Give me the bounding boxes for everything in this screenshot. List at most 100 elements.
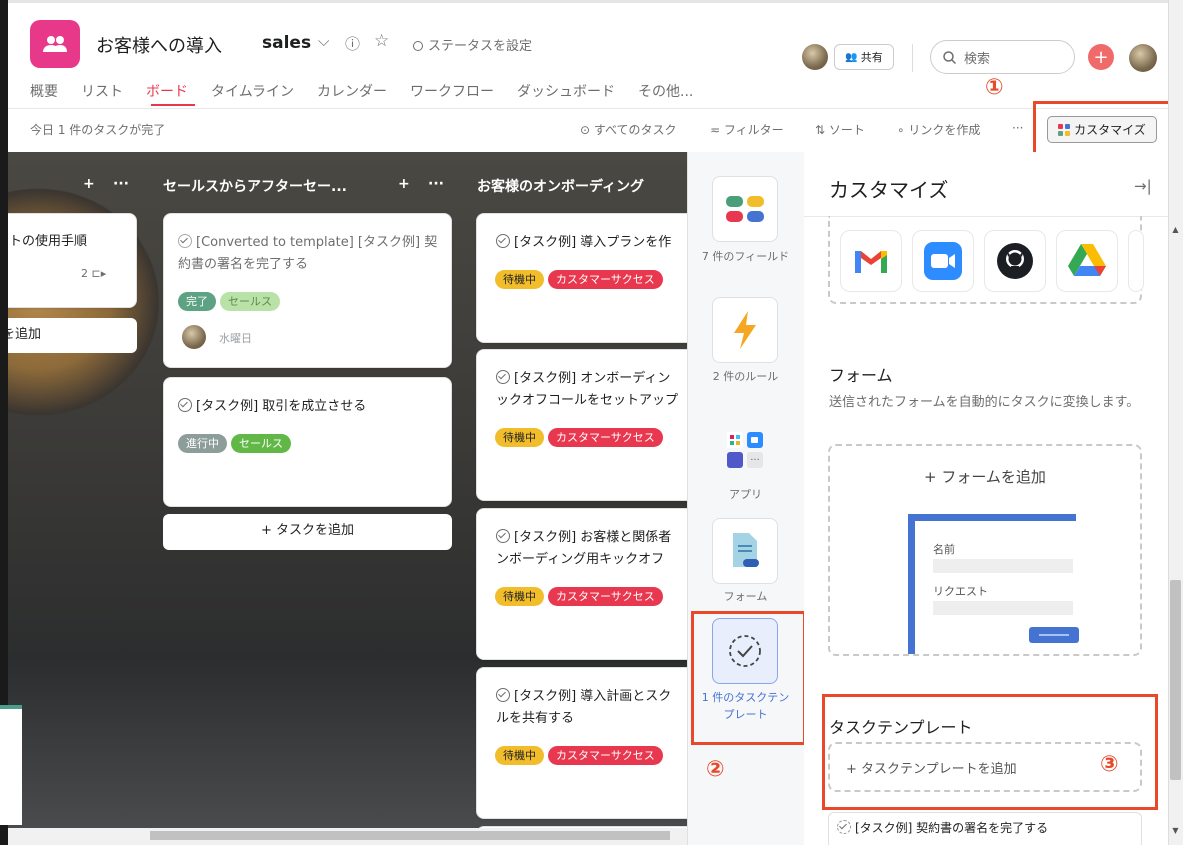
due-date: 水曜日 bbox=[219, 332, 252, 345]
task-card[interactable]: トの使用手順 2 ⊏▸ bbox=[8, 213, 137, 308]
people-icon bbox=[43, 36, 67, 52]
task-text: [Converted to template] [タスク例] 契約書の署名を完了… bbox=[178, 235, 438, 272]
sort-label: ソート bbox=[828, 123, 865, 137]
rail-forms-button[interactable] bbox=[712, 518, 778, 584]
filter-icon: ≂ bbox=[710, 123, 724, 137]
column-add-icon[interactable]: + bbox=[83, 176, 95, 192]
project-tabs: 概要 リスト ボード タイムライン カレンダー ワークフロー ダッシュボード その他... bbox=[30, 81, 693, 101]
template-item-label: [タスク例] 契約書の署名を完了する bbox=[855, 821, 1049, 835]
tab-4[interactable]: カレンダー bbox=[317, 81, 387, 101]
tab-1[interactable]: リスト bbox=[81, 81, 123, 101]
tag-done: 完了 bbox=[178, 292, 216, 311]
column-more-icon[interactable]: ··· bbox=[428, 176, 444, 192]
google-drive-icon[interactable] bbox=[1056, 230, 1118, 292]
horizontal-scroll-thumb[interactable] bbox=[150, 831, 670, 840]
scroll-up-arrow-icon[interactable]: ▲ bbox=[1170, 225, 1181, 234]
member-avatar[interactable] bbox=[802, 44, 828, 70]
task-card[interactable]: [タスク例] 取引を成立させる 進行中 セールス bbox=[163, 377, 452, 507]
task-title: トの使用手順 bbox=[9, 234, 88, 249]
svg-text:···: ··· bbox=[750, 455, 760, 466]
tab-3[interactable]: タイムライン bbox=[211, 81, 294, 101]
all-tasks-button[interactable]: ⊙ すべてのタスク bbox=[580, 121, 677, 138]
complete-check-icon[interactable] bbox=[496, 688, 510, 702]
chevron-down-icon[interactable]: ⌵ bbox=[318, 32, 329, 50]
task-template-item[interactable]: [タスク例] 契約書の署名を完了する bbox=[828, 812, 1142, 845]
complete-check-icon[interactable] bbox=[496, 234, 510, 248]
filter-button[interactable]: ≂ フィルター bbox=[710, 121, 784, 138]
project-title[interactable]: お客様への導入 bbox=[96, 32, 222, 58]
active-tab-indicator bbox=[151, 104, 195, 106]
column-title[interactable]: お客様のオンボーディング bbox=[477, 176, 644, 196]
complete-check-icon[interactable] bbox=[178, 234, 192, 248]
zoom-icon[interactable] bbox=[912, 230, 974, 292]
more-options-icon[interactable]: ··· bbox=[1012, 121, 1023, 135]
rail-forms-label: フォーム bbox=[723, 590, 768, 603]
task-card[interactable]: [タスク例] 導入計画とスク ルを共有する 待機中 カスタマーサクセス bbox=[476, 667, 687, 819]
collapse-panel-icon[interactable]: →| bbox=[1134, 177, 1152, 195]
assignee-avatar[interactable] bbox=[182, 325, 206, 349]
scroll-down-arrow-icon[interactable]: ▼ bbox=[1170, 826, 1181, 835]
task-tags: 待機中 カスタマーサクセス bbox=[495, 585, 667, 606]
complete-check-icon[interactable] bbox=[178, 398, 192, 412]
create-button[interactable]: + bbox=[1088, 44, 1114, 70]
github-icon[interactable] bbox=[984, 230, 1046, 292]
task-text: [タスク例] 導入プランを作 bbox=[514, 235, 672, 250]
all-tasks-label: すべてのタスク bbox=[593, 123, 677, 137]
add-form-area[interactable]: + フォームを追加 名前 リクエスト bbox=[828, 444, 1142, 656]
search-input[interactable]: 検索 bbox=[930, 40, 1075, 74]
task-card[interactable]: [タスク例] 導入プランを作 待機中 カスタマーサクセス bbox=[476, 213, 687, 343]
form-preview: 名前 リクエスト bbox=[908, 514, 1079, 654]
column-more-icon[interactable]: ··· bbox=[113, 176, 129, 192]
tag-customer-success: カスタマーサクセス bbox=[548, 428, 663, 447]
complete-check-icon[interactable] bbox=[496, 370, 510, 384]
add-task-button[interactable]: + タスクを追加 bbox=[163, 514, 452, 550]
rail-rules-button[interactable] bbox=[712, 297, 778, 363]
add-task-button[interactable]: を追加 bbox=[8, 318, 137, 353]
task-card[interactable]: [Converted to template] [タスク例] 契約書の署名を完了… bbox=[163, 213, 452, 368]
share-button[interactable]: 👥 共有 bbox=[834, 44, 894, 70]
set-status-button[interactable]: ステータスを設定 bbox=[413, 35, 532, 54]
vertical-scroll-thumb[interactable] bbox=[1170, 580, 1181, 780]
sort-button[interactable]: ⇅ ソート bbox=[815, 121, 865, 138]
add-form-button[interactable]: + フォームを追加 bbox=[830, 466, 1140, 487]
complete-check-icon[interactable] bbox=[496, 529, 510, 543]
task-title: [タスク例] お客様と関係者 ンボーディング用キックオフ bbox=[496, 527, 671, 571]
form-preview-name-label: 名前 bbox=[933, 543, 955, 556]
task-title: [タスク例] オンボーディン ックオフコールをセットアップ bbox=[496, 368, 678, 412]
forms-description: 送信されたフォームを自動的にタスクに変換します。 bbox=[829, 395, 1140, 410]
link-icon: ∘ bbox=[897, 123, 909, 137]
user-avatar[interactable] bbox=[1129, 44, 1157, 72]
task-tags: 待機中 カスタマーサクセス bbox=[495, 426, 667, 447]
lightning-icon bbox=[734, 311, 756, 349]
tag-customer-success: カスタマーサクセス bbox=[548, 746, 663, 765]
gmail-icon[interactable] bbox=[840, 230, 902, 292]
form-preview-name-field bbox=[933, 559, 1073, 573]
info-icon[interactable]: ⓘ bbox=[345, 33, 360, 54]
task-title: [タスク例] 導入プランを作 bbox=[496, 232, 671, 254]
task-title: [タスク例] 導入計画とスク ルを共有する bbox=[496, 686, 671, 730]
tab-2[interactable]: ボード bbox=[146, 81, 188, 101]
more-app-icon[interactable] bbox=[1128, 230, 1144, 292]
tag-in-progress: 進行中 bbox=[178, 434, 227, 453]
task-tags: 進行中 セールス bbox=[178, 432, 295, 453]
task-card[interactable]: [タスク例] お客様と関係者 ンボーディング用キックオフ 待機中 カスタマーサクセス bbox=[476, 508, 687, 660]
column-title[interactable]: セールスからアフターセー... bbox=[163, 176, 347, 196]
annotation-number-2: ② bbox=[706, 757, 725, 782]
rail-apps-button[interactable]: ··· bbox=[712, 417, 778, 483]
task-card[interactable]: [タスク例] オンボーディン ックオフコールをセットアップ 待機中 カスタマーサクセ… bbox=[476, 349, 687, 501]
create-link-button[interactable]: ∘ リンクを作成 bbox=[897, 121, 980, 138]
tab-6[interactable]: ダッシュボード bbox=[517, 81, 615, 101]
sort-icon: ⇅ bbox=[815, 123, 829, 137]
rail-fields-button[interactable] bbox=[712, 176, 778, 242]
star-icon[interactable]: ☆ bbox=[374, 31, 389, 51]
tab-7[interactable]: その他... bbox=[638, 81, 693, 101]
task-text: [タスク例] お客様と関係者 bbox=[514, 530, 672, 545]
people-icon: 👥 bbox=[845, 51, 858, 63]
project-name[interactable]: sales bbox=[262, 33, 311, 53]
column-add-icon[interactable]: + bbox=[398, 176, 410, 192]
tab-0[interactable]: 概要 bbox=[30, 81, 58, 101]
filter-label: フィルター bbox=[723, 123, 784, 137]
project-icon[interactable] bbox=[30, 20, 80, 68]
template-check-icon bbox=[837, 820, 851, 834]
tab-5[interactable]: ワークフロー bbox=[410, 81, 494, 101]
